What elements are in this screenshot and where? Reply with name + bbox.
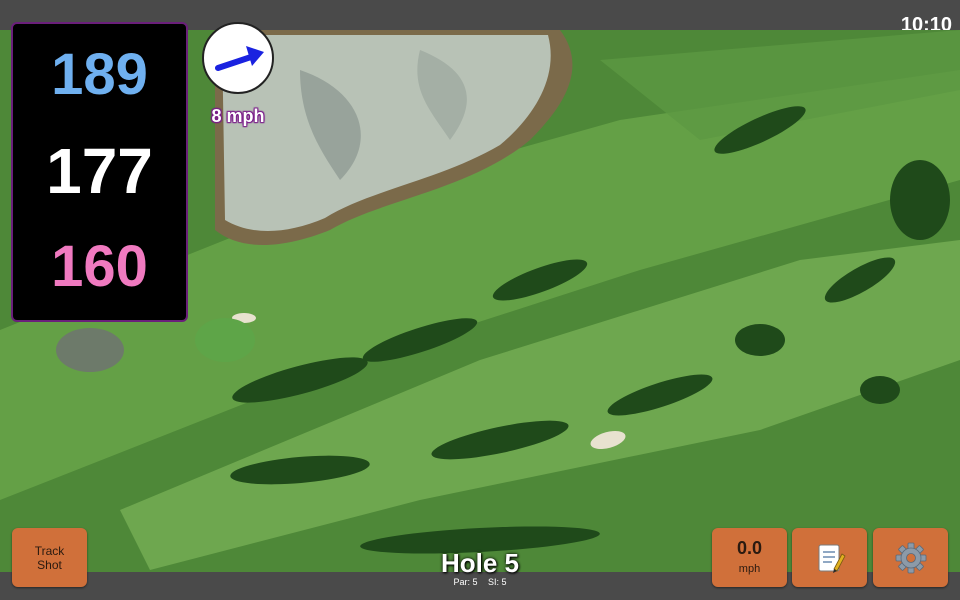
back-of-green-distance: 189 [51,42,148,107]
notepad-icon [818,544,846,573]
distance-panel: 189 177 160 [11,22,188,322]
stroke-index-label: SI: 5 [488,577,507,587]
middle-of-green-distance: 177 [46,135,153,207]
gear-icon [895,542,927,574]
hole-title: Hole 5 [440,548,520,578]
front-of-green-distance: 160 [51,234,148,299]
track-shot-label-line2: Shot [37,558,62,572]
speed-unit: mph [738,563,761,575]
speed-button[interactable]: 0.0 mph [712,528,787,587]
speed-value: 0.0 [736,538,763,558]
settings-button[interactable] [873,528,948,587]
track-shot-button[interactable]: Track Shot [12,528,87,587]
scorecard-notes-button[interactable] [792,528,867,587]
track-shot-label-line1: Track [34,544,65,558]
hole-info: Par: 5 SI: 5 [400,577,560,587]
wind-indicator [202,22,274,94]
par-label: Par: 5 [453,577,478,587]
wind-speed-label: 8 mph [211,106,265,126]
wind-direction-arrow-icon [215,46,264,71]
